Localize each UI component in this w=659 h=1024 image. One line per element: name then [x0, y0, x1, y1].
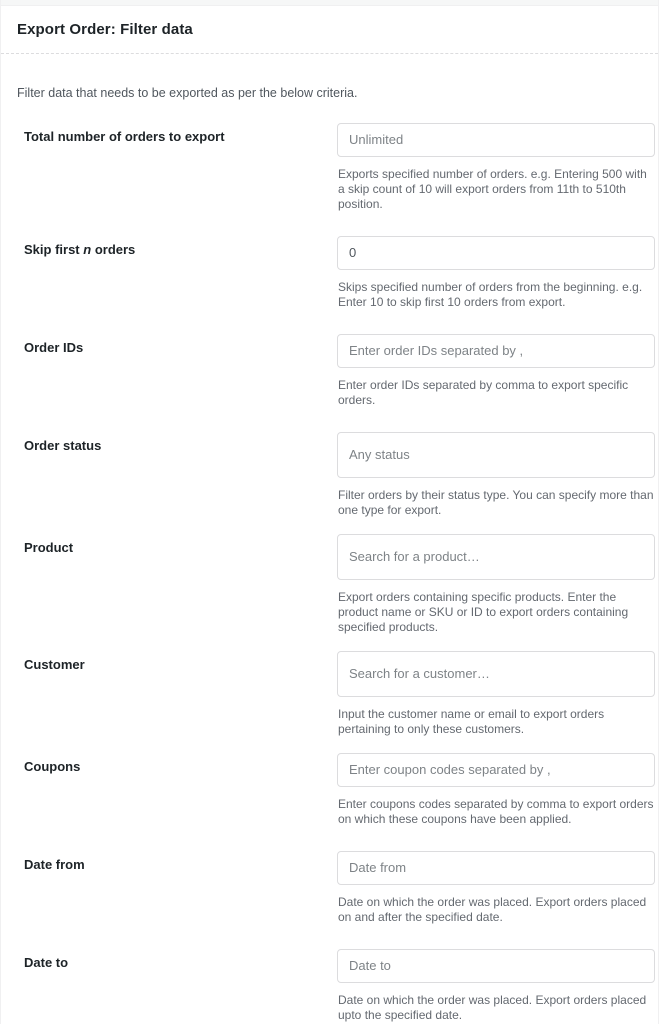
- field-description-skip-first-n-orders: Skips specified number of orders from th…: [338, 280, 643, 309]
- order-ids-input[interactable]: Enter order IDs separated by ,: [337, 334, 655, 368]
- field-label-text: Order IDs: [24, 340, 84, 355]
- field-label-coupons: Coupons: [17, 749, 337, 785]
- placeholder-text: Enter order IDs separated by ,: [349, 343, 524, 358]
- field-label-suffix: orders: [91, 242, 136, 257]
- field-cell-order-status: Any status Filter orders by their status …: [337, 428, 655, 518]
- intro-section: Filter data that needs to be exported as…: [1, 54, 658, 102]
- filter-form: Total number of orders to export Unlimite…: [1, 102, 658, 1023]
- field-label-text: Customer: [24, 657, 85, 672]
- field-cell-product: Search for a product… Export orders conta…: [337, 530, 655, 635]
- field-label-text: Date from: [24, 857, 85, 872]
- form-row-coupons: Coupons Enter coupon codes separated by ,…: [9, 749, 655, 827]
- row-spacer: [9, 310, 650, 330]
- placeholder-text: Any status: [349, 447, 410, 462]
- field-description-order-status: Filter orders by their status type. You …: [338, 488, 654, 517]
- placeholder-text: Date to: [349, 958, 391, 973]
- field-description-coupons: Enter coupons codes separated by comma t…: [338, 797, 654, 826]
- total-number-of-orders-to-export-input[interactable]: Unlimited: [337, 123, 655, 157]
- form-row-total-number-of-orders-to-export: Total number of orders to export Unlimite…: [9, 119, 655, 212]
- panel-header: Export Order: Filter data: [1, 6, 658, 53]
- field-cell-skip-first-n-orders: 0 Skips specified number of orders from t…: [337, 232, 655, 310]
- field-label-text: Skip first: [24, 242, 84, 257]
- placeholder-text: Search for a customer…: [349, 666, 490, 681]
- field-label-date-to: Date to: [17, 945, 337, 981]
- form-row-skip-first-n-orders: Skip first n orders 0 Skips specified numb…: [9, 232, 655, 310]
- order-status-input[interactable]: Any status: [337, 432, 655, 478]
- form-row-product: Product Search for a product… Export order…: [9, 530, 655, 635]
- placeholder-text: Date from: [349, 860, 407, 875]
- field-cell-customer: Search for a customer… Input the customer…: [337, 647, 655, 737]
- field-description-date-from: Date on which the order was placed. Expo…: [338, 895, 647, 924]
- row-spacer: [9, 827, 650, 847]
- field-label-text: Coupons: [24, 759, 81, 774]
- field-label-date-from: Date from: [17, 847, 337, 883]
- row-spacer: [9, 737, 650, 749]
- customer-input[interactable]: Search for a customer…: [337, 651, 655, 697]
- placeholder-text: Unlimited: [349, 132, 404, 147]
- field-cell-total-number-of-orders-to-export: Unlimited Exports specified number of ord…: [337, 119, 655, 212]
- field-label-product: Product: [17, 530, 337, 566]
- field-description-date-to: Date on which the order was placed. Expo…: [338, 993, 647, 1022]
- form-row-date-from: Date from Date from Date on which the orde…: [9, 847, 655, 925]
- field-cell-coupons: Enter coupon codes separated by , Enter c…: [337, 749, 655, 827]
- field-label-text: Date to: [24, 955, 69, 970]
- field-cell-order-ids: Enter order IDs separated by , Enter orde…: [337, 330, 655, 408]
- field-cell-date-from: Date from Date on which the order was pla…: [337, 847, 655, 925]
- coupons-input[interactable]: Enter coupon codes separated by ,: [337, 753, 655, 787]
- export-order-filter-panel: Export Order: Filter data Filter data th…: [0, 0, 659, 1024]
- field-description-total-number-of-orders-to-export: Exports specified number of orders. e.g.…: [338, 167, 647, 211]
- field-cell-date-to: Date to Date on which the order was place…: [337, 945, 655, 1023]
- form-row-order-ids: Order IDs Enter order IDs separated by ,E…: [9, 330, 655, 408]
- field-label-emphasis: n: [83, 242, 92, 257]
- row-spacer: [9, 635, 650, 647]
- field-value: 0: [349, 245, 357, 260]
- row-spacer: [9, 518, 650, 530]
- page-title: Export Order: Filter data: [17, 21, 193, 38]
- field-label-text: Order status: [24, 438, 102, 453]
- field-label-skip-first-n-orders: Skip first n orders: [17, 232, 337, 268]
- row-spacer: [9, 212, 650, 232]
- row-spacer: [9, 925, 650, 945]
- product-input[interactable]: Search for a product…: [337, 534, 655, 580]
- form-row-order-status: Order status Any status Filter orders by t…: [9, 428, 655, 518]
- field-label-order-status: Order status: [17, 428, 337, 464]
- date-to-input[interactable]: Date to: [337, 949, 655, 983]
- form-row-customer: Customer Search for a customer… Input the …: [9, 647, 655, 737]
- field-label-customer: Customer: [17, 647, 337, 683]
- field-label-order-ids: Order IDs: [17, 330, 337, 366]
- intro-text: Filter data that needs to be exported as…: [17, 86, 358, 100]
- field-description-order-ids: Enter order IDs separated by comma to ex…: [338, 378, 629, 407]
- field-description-customer: Input the customer name or email to expo…: [338, 707, 605, 736]
- form-row-date-to: Date to Date to Date on which the order wa…: [9, 945, 655, 1023]
- field-label-total-number-of-orders-to-export: Total number of orders to export: [17, 119, 337, 155]
- placeholder-text: Enter coupon codes separated by ,: [349, 762, 551, 777]
- field-label-text: Product: [24, 540, 74, 555]
- skip-first-n-orders-input[interactable]: 0: [337, 236, 655, 270]
- field-description-product: Export orders containing specific produc…: [338, 590, 629, 634]
- date-from-input[interactable]: Date from: [337, 851, 655, 885]
- placeholder-text: Search for a product…: [349, 549, 480, 564]
- field-label-text: Total number of orders to export: [24, 129, 225, 144]
- row-spacer: [9, 408, 650, 428]
